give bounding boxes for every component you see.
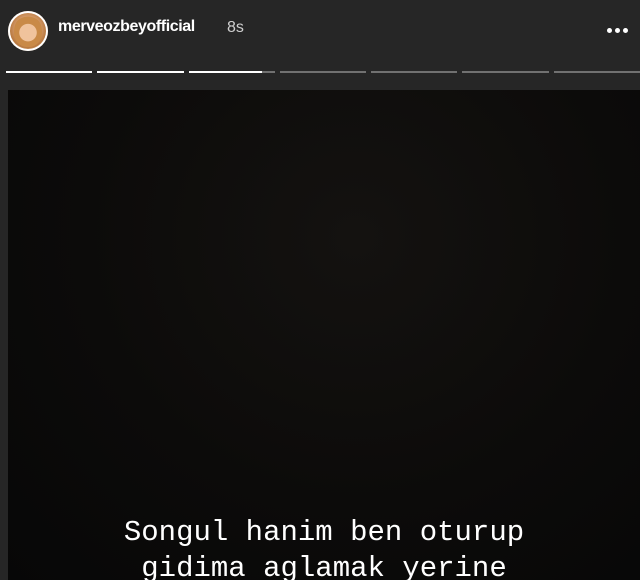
timestamp: 8s — [227, 19, 244, 36]
story-media[interactable]: Songul hanim ben oturup gidima aglamak y… — [8, 90, 640, 580]
progress-segment — [553, 71, 640, 73]
username[interactable]: merveozbeyofficial — [58, 18, 195, 36]
progress-segment — [97, 71, 184, 73]
progress-segment — [188, 71, 275, 73]
story-header: merveozbeyofficial 8s — [0, 0, 640, 62]
avatar-image — [14, 15, 42, 47]
story-text-line-2: gidima aglamak yerine — [141, 552, 507, 580]
story-progress-bar — [6, 71, 640, 73]
progress-segment-fill — [6, 71, 93, 73]
story-text: Songul hanim ben oturup gidima aglamak y… — [8, 515, 640, 580]
progress-segment-fill — [97, 71, 184, 73]
progress-segment-fill — [188, 71, 262, 73]
progress-segment — [6, 71, 93, 73]
avatar[interactable] — [8, 11, 48, 51]
more-dot-icon — [614, 27, 620, 33]
more-dot-icon — [606, 27, 612, 33]
progress-segment — [279, 71, 367, 73]
more-options-button[interactable] — [602, 18, 632, 42]
progress-segment — [371, 71, 458, 73]
progress-segment — [462, 71, 549, 73]
more-dot-icon — [622, 27, 628, 33]
story-viewer: merveozbeyofficial 8s Songul hanim ben o… — [0, 0, 640, 580]
story-text-line-1: Songul hanim ben oturup — [123, 516, 525, 549]
